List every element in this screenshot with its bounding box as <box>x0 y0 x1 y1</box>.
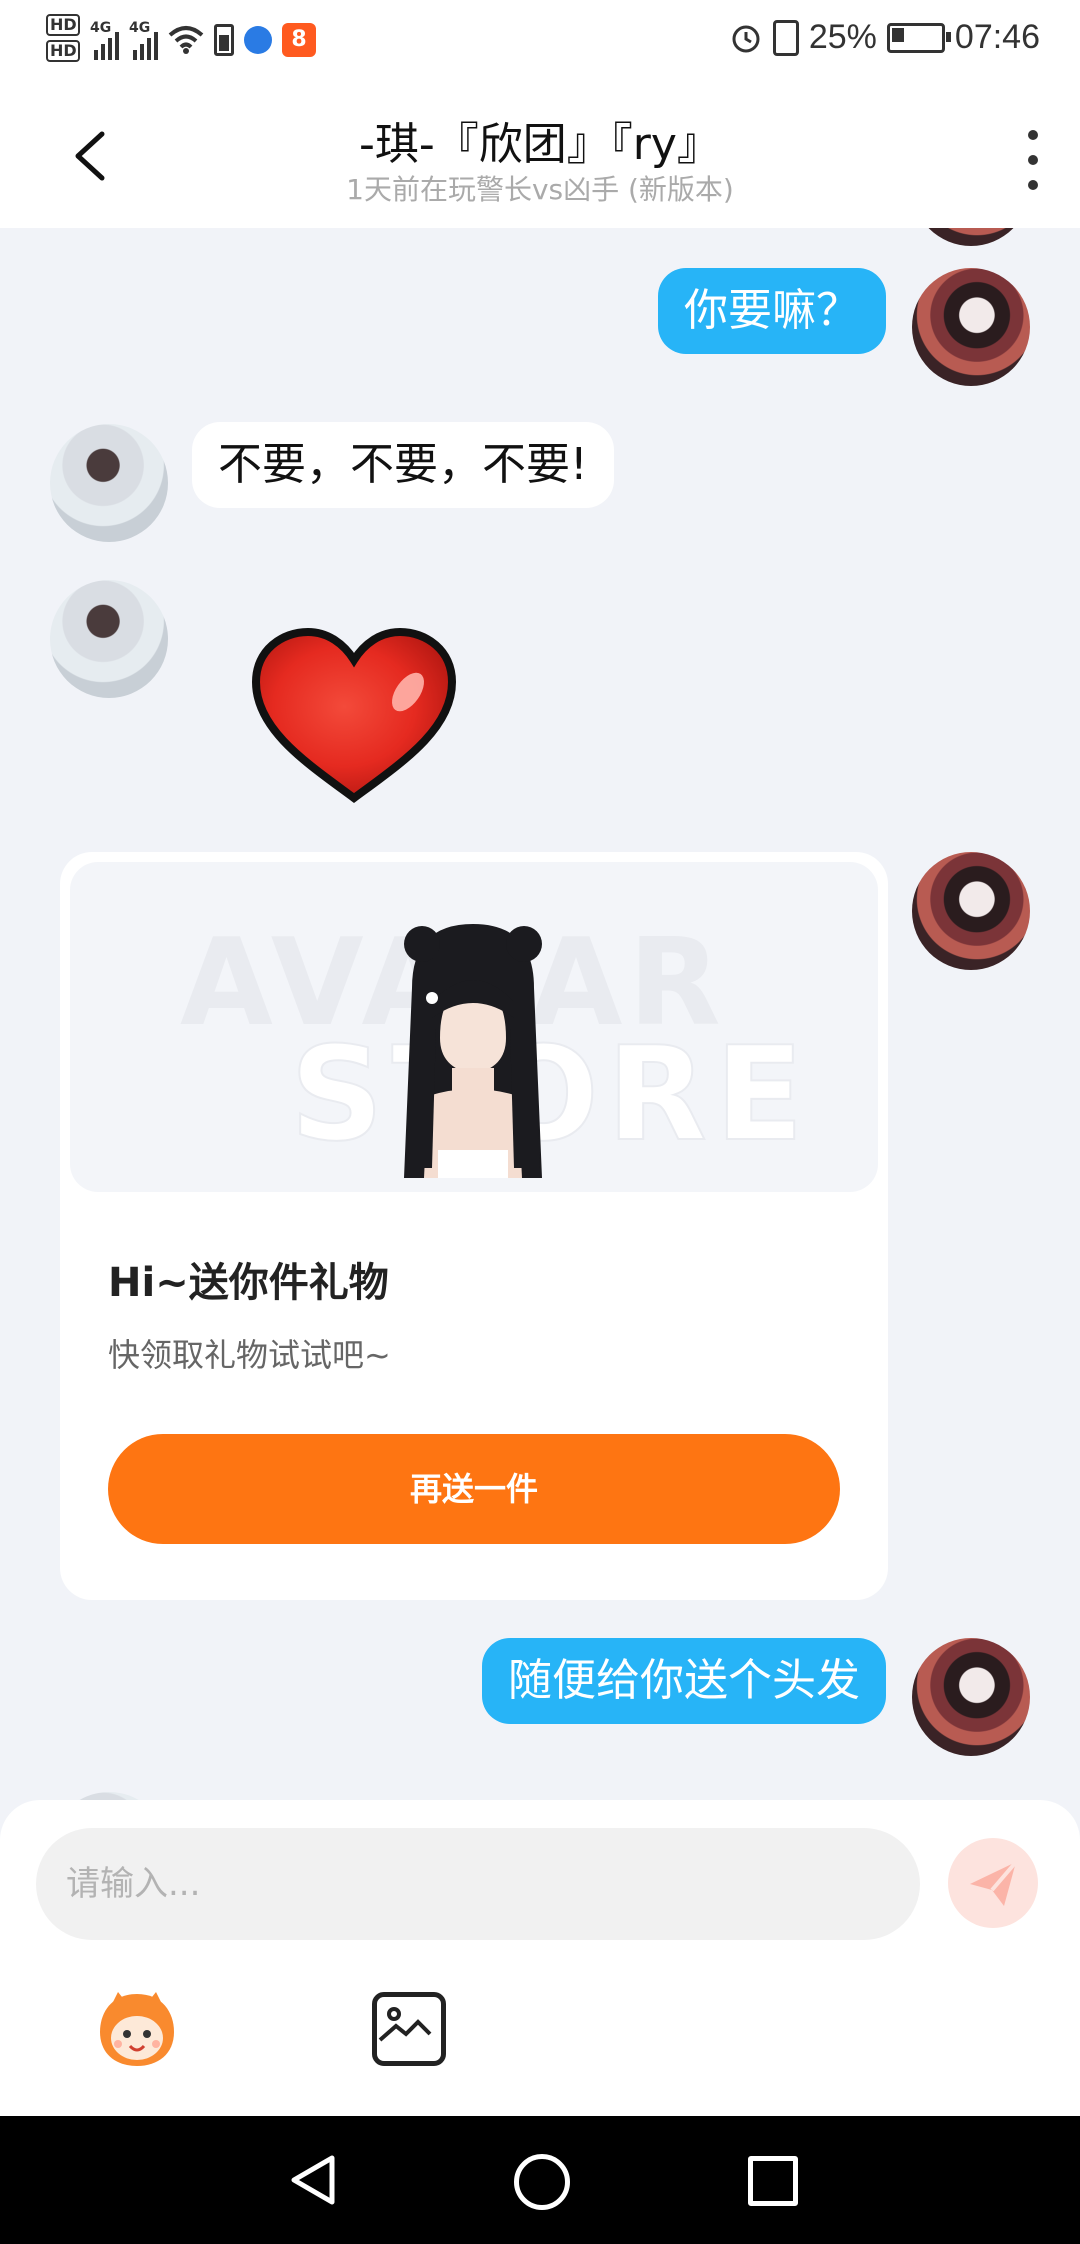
gift-card-subtitle: 快领取礼物试试吧~ <box>108 1336 391 1374</box>
vibrate-icon <box>772 19 799 56</box>
more-options-icon[interactable] <box>1018 130 1048 190</box>
message-bubble-sent[interactable]: 随便给你送个头发 <box>482 1638 886 1724</box>
chat-title: -琪-『欣团』『ry』 <box>359 119 721 170</box>
clock: 07:46 <box>954 18 1040 56</box>
status-bar: HD HD 4G 4G 8 25% 07:46 <box>0 0 1080 86</box>
avatar-me[interactable] <box>912 1638 1030 1756</box>
browser-icon <box>244 26 272 54</box>
send-icon <box>970 1860 1018 1906</box>
wifi-icon <box>168 26 204 54</box>
avatar-other[interactable] <box>50 1792 168 1800</box>
avatar-me[interactable] <box>912 852 1030 970</box>
nav-home-icon[interactable] <box>514 2154 570 2210</box>
battery-saver-icon <box>214 24 234 56</box>
nav-recents-icon[interactable] <box>748 2156 798 2206</box>
system-navigation-bar <box>0 2116 1080 2244</box>
signal-icon-2: 4G <box>129 20 158 60</box>
app-notification-icon: 8 <box>282 23 316 57</box>
nav-back-icon[interactable] <box>288 2154 338 2206</box>
message-bubble-sent[interactable]: 你要嘛？ <box>658 268 886 354</box>
avatar[interactable] <box>912 228 1030 246</box>
send-button[interactable] <box>948 1838 1038 1928</box>
signal-icon-1: 4G <box>90 20 119 60</box>
chat-header: -琪-『欣团』『ry』 1天前在玩警长vs凶手 (新版本) <box>0 86 1080 228</box>
chat-subtitle: 1天前在玩警长vs凶手 (新版本) <box>346 173 734 206</box>
gift-card-title: Hi~送你件礼物 <box>108 1260 389 1306</box>
composer <box>0 1800 1080 2116</box>
battery-percent: 25% <box>808 18 877 56</box>
hd-indicator: HD HD <box>46 14 80 66</box>
avatar-other[interactable] <box>50 580 168 698</box>
avatar-hair-illustration <box>404 924 542 1178</box>
avatar-me[interactable] <box>912 268 1030 386</box>
battery-icon <box>886 22 951 53</box>
heart-sticker[interactable] <box>248 626 460 808</box>
image-picker-icon[interactable] <box>372 1992 446 2066</box>
emoji-icon[interactable] <box>92 1988 182 2070</box>
message-input[interactable] <box>36 1828 920 1940</box>
gift-card: AVATAR STORE Hi~送你件礼物 快领取礼物试试吧~ 再送一件 <box>60 852 888 1600</box>
message-list[interactable]: 你要嘛？ 不要，不要，不要! AVATAR STORE <box>0 228 1080 1800</box>
avatar-other[interactable] <box>50 424 168 542</box>
message-bubble-received[interactable]: 不要，不要，不要! <box>192 422 614 508</box>
send-another-gift-button[interactable]: 再送一件 <box>108 1434 840 1544</box>
alarm-icon <box>732 25 760 52</box>
gift-preview-image: AVATAR STORE <box>70 862 878 1192</box>
